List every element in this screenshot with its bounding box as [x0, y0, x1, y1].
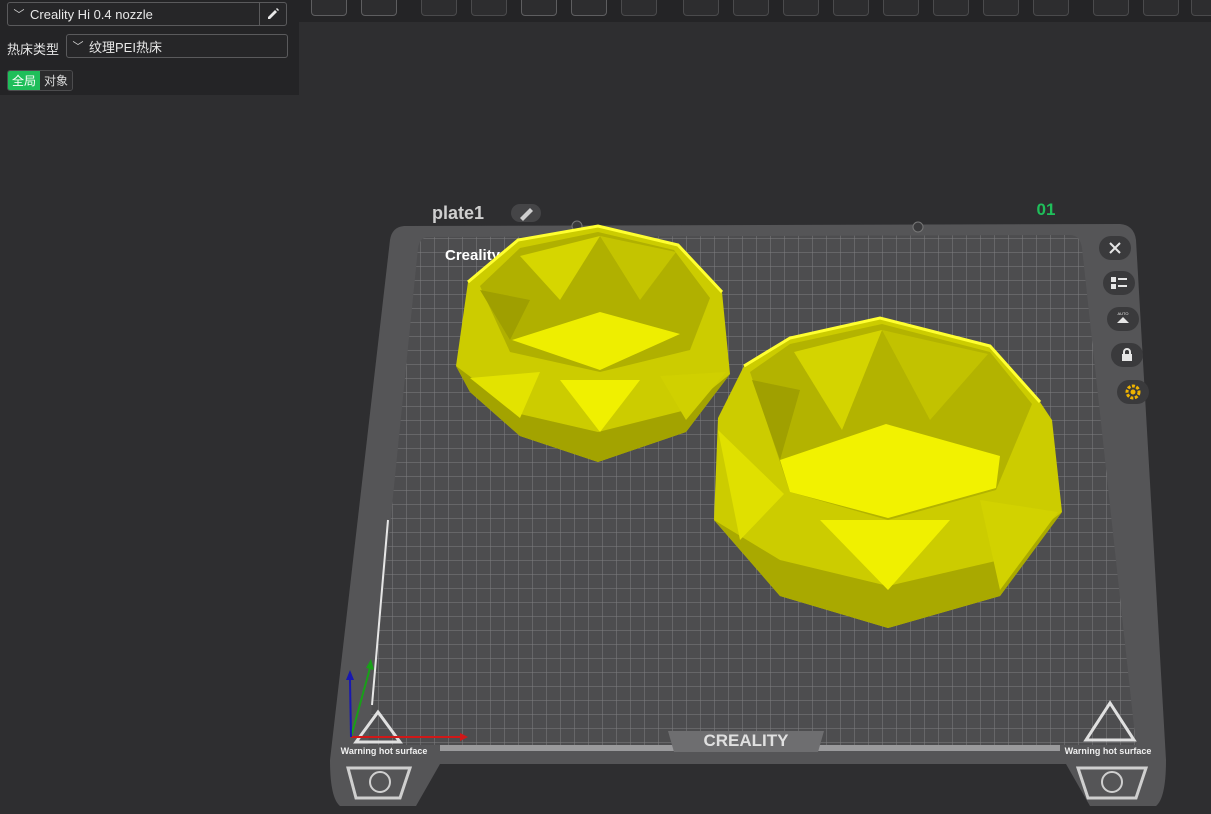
3d-viewport[interactable]: CREALITY Warning hot surface Warning hot…: [0, 0, 1211, 814]
lock-plate-button[interactable]: [1111, 343, 1143, 367]
svg-text:Warning hot surface: Warning hot surface: [341, 746, 428, 756]
rotate-button[interactable]: [733, 0, 769, 16]
color-paint-button[interactable]: [1033, 0, 1069, 16]
move-button[interactable]: [683, 0, 719, 16]
arrange-button[interactable]: [571, 0, 607, 16]
auto-orient-plate-button[interactable]: AUTO: [1107, 307, 1139, 331]
seam-paint-button[interactable]: [983, 0, 1019, 16]
edit-printer-button[interactable]: [259, 3, 286, 25]
svg-text:Warning hot surface: Warning hot surface: [1065, 746, 1152, 756]
main-toolbar: [299, 0, 1211, 22]
auto-orient-icon: AUTO: [1117, 311, 1129, 323]
bed-type-select[interactable]: ﹀ 纹理PEI热床: [66, 34, 288, 58]
pencil-icon: [268, 8, 279, 19]
scale-button[interactable]: [783, 0, 819, 16]
auto-orient-button[interactable]: [521, 0, 557, 16]
arrange-list-icon: [1111, 277, 1127, 289]
plate-index: 01: [1037, 200, 1056, 219]
printer-select[interactable]: ﹀ Creality Hi 0.4 nozzle: [7, 2, 287, 26]
add-object-button[interactable]: [421, 0, 457, 16]
settings-panel: ﹀ Creality Hi 0.4 nozzle 热床类型 ﹀ 纹理PEI热床 …: [0, 0, 299, 95]
scope-toggle: 全局 对象: [7, 70, 74, 91]
rename-plate-icon[interactable]: [511, 204, 541, 222]
add-plate-button[interactable]: [471, 0, 507, 16]
svg-text:AUTO: AUTO: [1117, 311, 1128, 316]
measure-button[interactable]: [1093, 0, 1129, 16]
plate-settings-button[interactable]: [1117, 380, 1149, 404]
close-icon: [1109, 242, 1121, 254]
bed-type-value: 纹理PEI热床: [89, 39, 162, 55]
lock-icon: [1122, 348, 1132, 361]
lay-on-face-button[interactable]: [833, 0, 869, 16]
chevron-down-icon: ﹀: [72, 41, 84, 53]
chevron-down-icon: ﹀: [13, 9, 25, 21]
cut-button[interactable]: [883, 0, 919, 16]
tab-global[interactable]: 全局: [8, 71, 41, 90]
settings-gear-icon: [1125, 384, 1141, 400]
bed-type-label: 热床类型: [7, 42, 60, 57]
tab-object[interactable]: 对象: [40, 71, 73, 90]
split-button[interactable]: [621, 0, 657, 16]
plate-name: plate1: [432, 203, 484, 223]
arrange-plate-button[interactable]: [1103, 271, 1135, 295]
cube-view-button[interactable]: [311, 0, 347, 16]
delete-plate-button[interactable]: [1099, 236, 1131, 260]
creality-logo: CREALITY: [704, 731, 790, 750]
printer-name: Creality Hi 0.4 nozzle: [30, 6, 153, 22]
keyboard-button[interactable]: [361, 0, 397, 16]
support-paint-button[interactable]: [933, 0, 969, 16]
text-button[interactable]: [1143, 0, 1179, 16]
more-button[interactable]: [1191, 0, 1211, 16]
